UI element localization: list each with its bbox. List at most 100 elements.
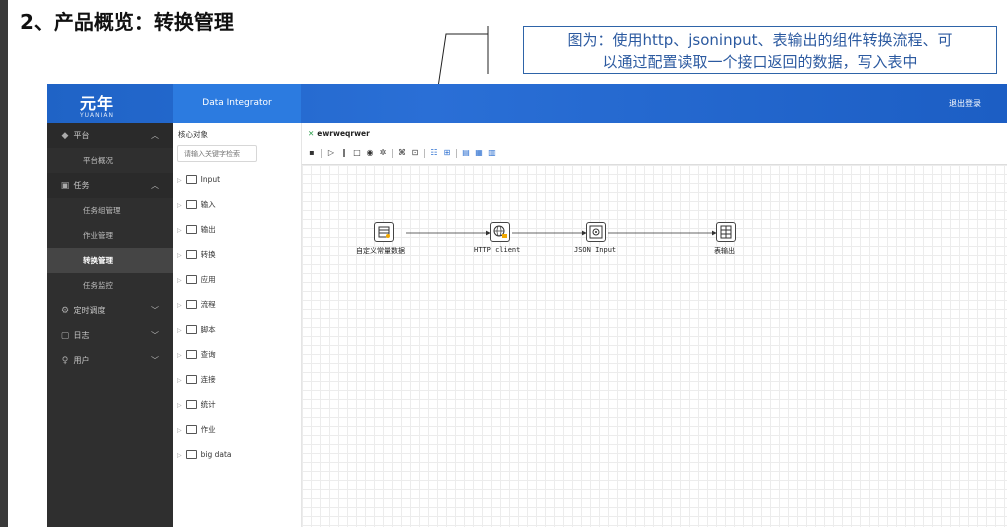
table-output-icon[interactable] <box>716 222 736 242</box>
folder-icon <box>185 224 197 234</box>
tree-item[interactable]: ▷ 作业 <box>177 423 216 437</box>
expand-arrow-icon[interactable]: ▷ <box>177 327 182 334</box>
sidebar-group-label: 任务 <box>73 181 90 190</box>
tree-item[interactable]: ▷ 脚本 <box>177 323 216 337</box>
sidebar-group-schedule[interactable]: ⚙ 定时调度 ﹀ <box>47 298 173 323</box>
sidebar-item-task-monitor[interactable]: 任务监控 <box>47 273 173 298</box>
toolbar-divider <box>321 148 322 158</box>
sql-icon[interactable]: ☷ <box>429 148 439 158</box>
chevron-up-icon: ︿ <box>151 131 159 140</box>
toolbar-divider <box>392 148 393 158</box>
chevron-down-icon: ﹀ <box>151 331 159 340</box>
json-input-icon[interactable] <box>586 222 606 242</box>
expand-arrow-icon[interactable]: ▷ <box>177 427 182 434</box>
tree-item[interactable]: ▷ 查询 <box>177 348 216 362</box>
tab-title-text: ewrweqrwer <box>317 129 370 138</box>
sidebar-group-label: 日志 <box>73 331 90 340</box>
expand-arrow-icon[interactable]: ▷ <box>177 202 182 209</box>
tree-item-label: 输入 <box>200 200 216 209</box>
folder-icon <box>185 449 197 459</box>
folder-icon <box>185 374 197 384</box>
sidebar-group-platform[interactable]: ◆ 平台 ︿ <box>47 123 173 148</box>
tree-item[interactable]: ▷ 流程 <box>177 298 216 312</box>
callout-line-1: 图为：使用http、jsoninput、表输出的组件转换流程、可 <box>567 31 953 49</box>
tree-item-label: 转换 <box>200 250 216 259</box>
constant-data-icon[interactable] <box>374 222 394 242</box>
node-label: JSON Input <box>574 246 617 254</box>
layout-icon[interactable]: ▥ <box>487 148 497 158</box>
analyze-icon[interactable]: ⊡ <box>410 148 420 158</box>
tree-item[interactable]: ▷ 连接 <box>177 373 216 387</box>
explore-icon[interactable]: ⊞ <box>442 148 452 158</box>
folder-icon <box>185 349 197 359</box>
transform-tab[interactable]: ✕ ewrweqrwer <box>308 129 370 138</box>
expand-arrow-icon[interactable]: ▷ <box>177 402 182 409</box>
save-icon[interactable]: ▪ <box>307 148 317 158</box>
tree-item-label: 连接 <box>200 375 216 384</box>
toolbar-divider <box>424 148 425 158</box>
sidebar-group-label: 定时调度 <box>73 306 106 315</box>
calendar-icon: ▣ <box>60 181 70 191</box>
folder-icon <box>185 199 197 209</box>
tree-item[interactable]: ▷ 应用 <box>177 273 216 287</box>
expand-arrow-icon[interactable]: ▷ <box>177 277 182 284</box>
tree-item[interactable]: ▷ 转换 <box>177 248 216 262</box>
app-window: 元年 YUANIAN Data Integrator 退出登录 ◆ 平台 ︿ 平… <box>47 84 1007 527</box>
tree-item[interactable]: ▷ 输出 <box>177 223 216 237</box>
object-tree-panel: 核心对象 ▷ Input ▷ 输入 ▷ 输出 ▷ 转换 ▷ 应用 ▷ 流程 ▷ 脚本 ▷ 查询 ▷ 连接 ▷ 统计 ▷ 作… <box>173 123 302 527</box>
app-name-tab[interactable]: Data Integrator <box>173 84 301 123</box>
tree-item[interactable]: ▷ big data <box>177 448 232 462</box>
folder-icon <box>185 174 197 184</box>
node-label: HTTP client <box>474 246 521 254</box>
tree-item-label: 应用 <box>200 275 216 284</box>
expand-arrow-icon[interactable]: ▷ <box>177 302 182 309</box>
run-icon[interactable]: ▷ <box>326 148 336 158</box>
flow-connections <box>406 230 717 236</box>
sidebar: ◆ 平台 ︿ 平台概况 ▣ 任务 ︿ 任务组管理 作业管理 转换管理 任务监控 … <box>47 123 173 527</box>
stop-icon[interactable]: □ <box>352 148 362 158</box>
pause-icon[interactable]: ‖ <box>339 148 349 158</box>
expand-arrow-icon[interactable]: ▷ <box>177 227 182 234</box>
sidebar-item-platform-overview[interactable]: 平台概况 <box>47 148 173 173</box>
gear-icon: ⚙ <box>60 306 70 316</box>
http-client-icon[interactable] <box>490 222 510 242</box>
chevron-down-icon: ﹀ <box>151 306 159 315</box>
tree-title: 核心对象 <box>178 130 208 139</box>
expand-arrow-icon[interactable]: ▷ <box>177 352 182 359</box>
expand-arrow-icon[interactable]: ▷ <box>177 252 182 259</box>
log-icon: ▢ <box>60 331 70 341</box>
debug-icon[interactable]: ✲ <box>378 148 388 158</box>
node-label: 自定义常量数据 <box>356 247 405 255</box>
chevron-up-icon: ︿ <box>151 181 159 190</box>
tree-search-input[interactable] <box>177 145 257 162</box>
chevron-down-icon: ﹀ <box>151 356 159 365</box>
tree-item-label: Input <box>200 175 221 184</box>
folder-icon <box>185 324 197 334</box>
folder-icon <box>185 399 197 409</box>
validate-icon[interactable]: ⌘ <box>397 148 407 158</box>
logo-main: 元年 <box>80 94 115 113</box>
expand-arrow-icon[interactable]: ▷ <box>177 377 182 384</box>
sidebar-group-task[interactable]: ▣ 任务 ︿ <box>47 173 173 198</box>
callout-line-2: 以通过配置读取一个接口返回的数据，写入表中 <box>602 53 918 71</box>
tree-item[interactable]: ▷ 统计 <box>177 398 216 412</box>
flow-canvas[interactable]: 自定义常量数据 HTTP client JSON Input 表输出 <box>302 164 1007 527</box>
tree-item-label: 查询 <box>200 350 216 359</box>
tree-item[interactable]: ▷ 输入 <box>177 198 216 212</box>
tree-item[interactable]: ▷ Input <box>177 173 220 187</box>
tree-item-label: 流程 <box>200 300 216 309</box>
preview-icon[interactable]: ◉ <box>365 148 375 158</box>
sidebar-item-task-group[interactable]: 任务组管理 <box>47 198 173 223</box>
logout-link[interactable]: 退出登录 <box>949 98 981 109</box>
sidebar-item-transform[interactable]: 转换管理 <box>47 248 173 273</box>
expand-arrow-icon[interactable]: ▷ <box>177 177 182 184</box>
sidebar-item-job[interactable]: 作业管理 <box>47 223 173 248</box>
sidebar-group-log[interactable]: ▢ 日志 ﹀ <box>47 323 173 348</box>
sidebar-group-user[interactable]: ♀ 用户 ﹀ <box>47 348 173 373</box>
top-bar: 元年 YUANIAN Data Integrator 退出登录 <box>47 84 1007 123</box>
expand-arrow-icon[interactable]: ▷ <box>177 452 182 459</box>
toolbar-divider <box>456 148 457 158</box>
database-icon[interactable]: ▦ <box>474 148 484 158</box>
grid-icon[interactable]: ▤ <box>461 148 471 158</box>
logo-sub: YUANIAN <box>80 112 115 119</box>
